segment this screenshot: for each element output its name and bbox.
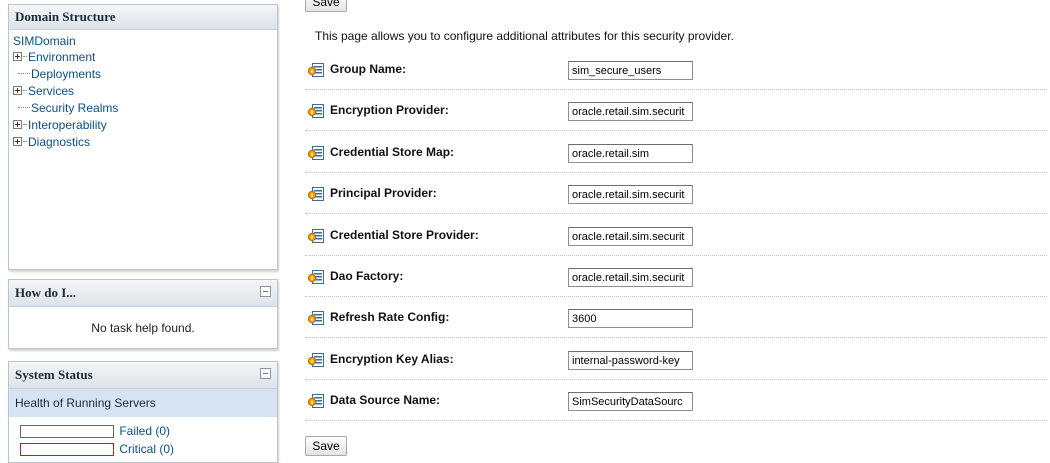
plus-box-icon[interactable] — [13, 86, 22, 96]
attribute-help-icon[interactable] — [308, 146, 324, 160]
domain-tree: SIMDomain Environment Deployments Servic… — [9, 30, 277, 151]
field-input[interactable] — [568, 309, 693, 328]
field-label: Credential Store Map: — [330, 145, 455, 159]
field-label: Credential Store Provider: — [330, 228, 479, 242]
status-link-failed[interactable]: Failed (0) — [119, 424, 170, 438]
field-input[interactable] — [568, 185, 693, 204]
minus-box-icon[interactable] — [260, 368, 271, 379]
tree-item-label[interactable]: Interoperability — [28, 118, 107, 132]
attribute-help-icon[interactable] — [308, 270, 324, 284]
page-description: This page allows you to configure additi… — [315, 29, 734, 43]
tree-item-diagnostics[interactable]: Diagnostics — [13, 134, 277, 151]
field-input[interactable] — [568, 144, 693, 163]
domain-structure-panel: Domain Structure SIMDomain Environment D… — [8, 4, 278, 270]
tree-connector — [18, 106, 30, 108]
field-label: Data Source Name: — [330, 393, 441, 407]
field-input[interactable] — [568, 351, 693, 370]
save-button-top[interactable]: Save — [305, 0, 347, 12]
tree-item-interoperability[interactable]: Interoperability — [13, 117, 277, 134]
field-label: Refresh Rate Config: — [330, 310, 450, 324]
how-do-i-message: No task help found. — [91, 321, 195, 335]
attribute-help-icon[interactable] — [308, 187, 324, 201]
attribute-help-icon[interactable] — [308, 353, 324, 367]
attribute-help-icon[interactable] — [308, 104, 324, 118]
status-bar — [20, 425, 114, 439]
attribute-help-icon[interactable] — [308, 311, 324, 325]
attribute-help-icon[interactable] — [308, 394, 324, 408]
plus-box-icon[interactable] — [13, 137, 22, 147]
tree-root-simdomain[interactable]: SIMDomain — [13, 34, 277, 49]
status-row-critical: Critical (0) — [20, 441, 277, 457]
system-status-title-text: System Status — [15, 367, 93, 382]
field-row: Principal Provider: — [305, 175, 1047, 214]
system-status-title: System Status — [9, 362, 277, 389]
field-label: Group Name: — [330, 62, 407, 76]
field-row: Dao Factory: — [305, 258, 1047, 297]
tree-item-label[interactable]: Security Realms — [31, 101, 118, 115]
domain-structure-title: Domain Structure — [9, 5, 277, 30]
how-do-i-title-text: How do I... — [15, 285, 77, 300]
tree-item-label[interactable]: Services — [28, 84, 74, 98]
field-input[interactable] — [568, 61, 693, 80]
plus-box-icon[interactable] — [13, 120, 22, 130]
system-status-panel: System Status Health of Running Servers … — [8, 361, 278, 463]
field-input[interactable] — [568, 227, 693, 246]
field-row: Credential Store Map: — [305, 134, 1047, 173]
field-label: Principal Provider: — [330, 186, 437, 200]
field-input[interactable] — [568, 268, 693, 287]
health-subtitle: Health of Running Servers — [9, 389, 277, 417]
tree-item-label[interactable]: Diagnostics — [28, 135, 90, 149]
tree-item-services[interactable]: Services — [13, 83, 277, 100]
how-do-i-panel: How do I... No task help found. — [8, 279, 278, 349]
field-row: Group Name: — [305, 51, 1047, 90]
tree-item-label[interactable]: Environment — [28, 50, 95, 64]
save-button-bottom[interactable]: Save — [305, 436, 347, 456]
plus-box-icon[interactable] — [13, 52, 22, 62]
tree-item-label[interactable]: Deployments — [31, 67, 101, 81]
field-input[interactable] — [568, 102, 693, 121]
field-row: Refresh Rate Config: — [305, 299, 1047, 338]
field-label: Dao Factory: — [330, 269, 404, 283]
field-row: Encryption Provider: — [305, 92, 1047, 131]
field-input[interactable] — [568, 392, 693, 411]
field-row: Credential Store Provider: — [305, 217, 1047, 256]
status-link-critical[interactable]: Critical (0) — [119, 442, 174, 456]
field-row: Encryption Key Alias: — [305, 341, 1047, 380]
tree-connector — [18, 72, 30, 74]
how-do-i-title: How do I... — [9, 280, 277, 307]
status-row-failed: Failed (0) — [20, 423, 277, 439]
field-row: Data Source Name: — [305, 382, 1047, 421]
attribute-help-icon[interactable] — [308, 63, 324, 77]
attribute-help-icon[interactable] — [308, 229, 324, 243]
tree-item-environment[interactable]: Environment — [13, 49, 277, 66]
tree-item-deployments[interactable]: Deployments — [13, 66, 277, 83]
minus-box-icon[interactable] — [260, 286, 271, 297]
field-label: Encryption Provider: — [330, 103, 449, 117]
field-label: Encryption Key Alias: — [330, 352, 454, 366]
tree-item-security-realms[interactable]: Security Realms — [13, 100, 277, 117]
